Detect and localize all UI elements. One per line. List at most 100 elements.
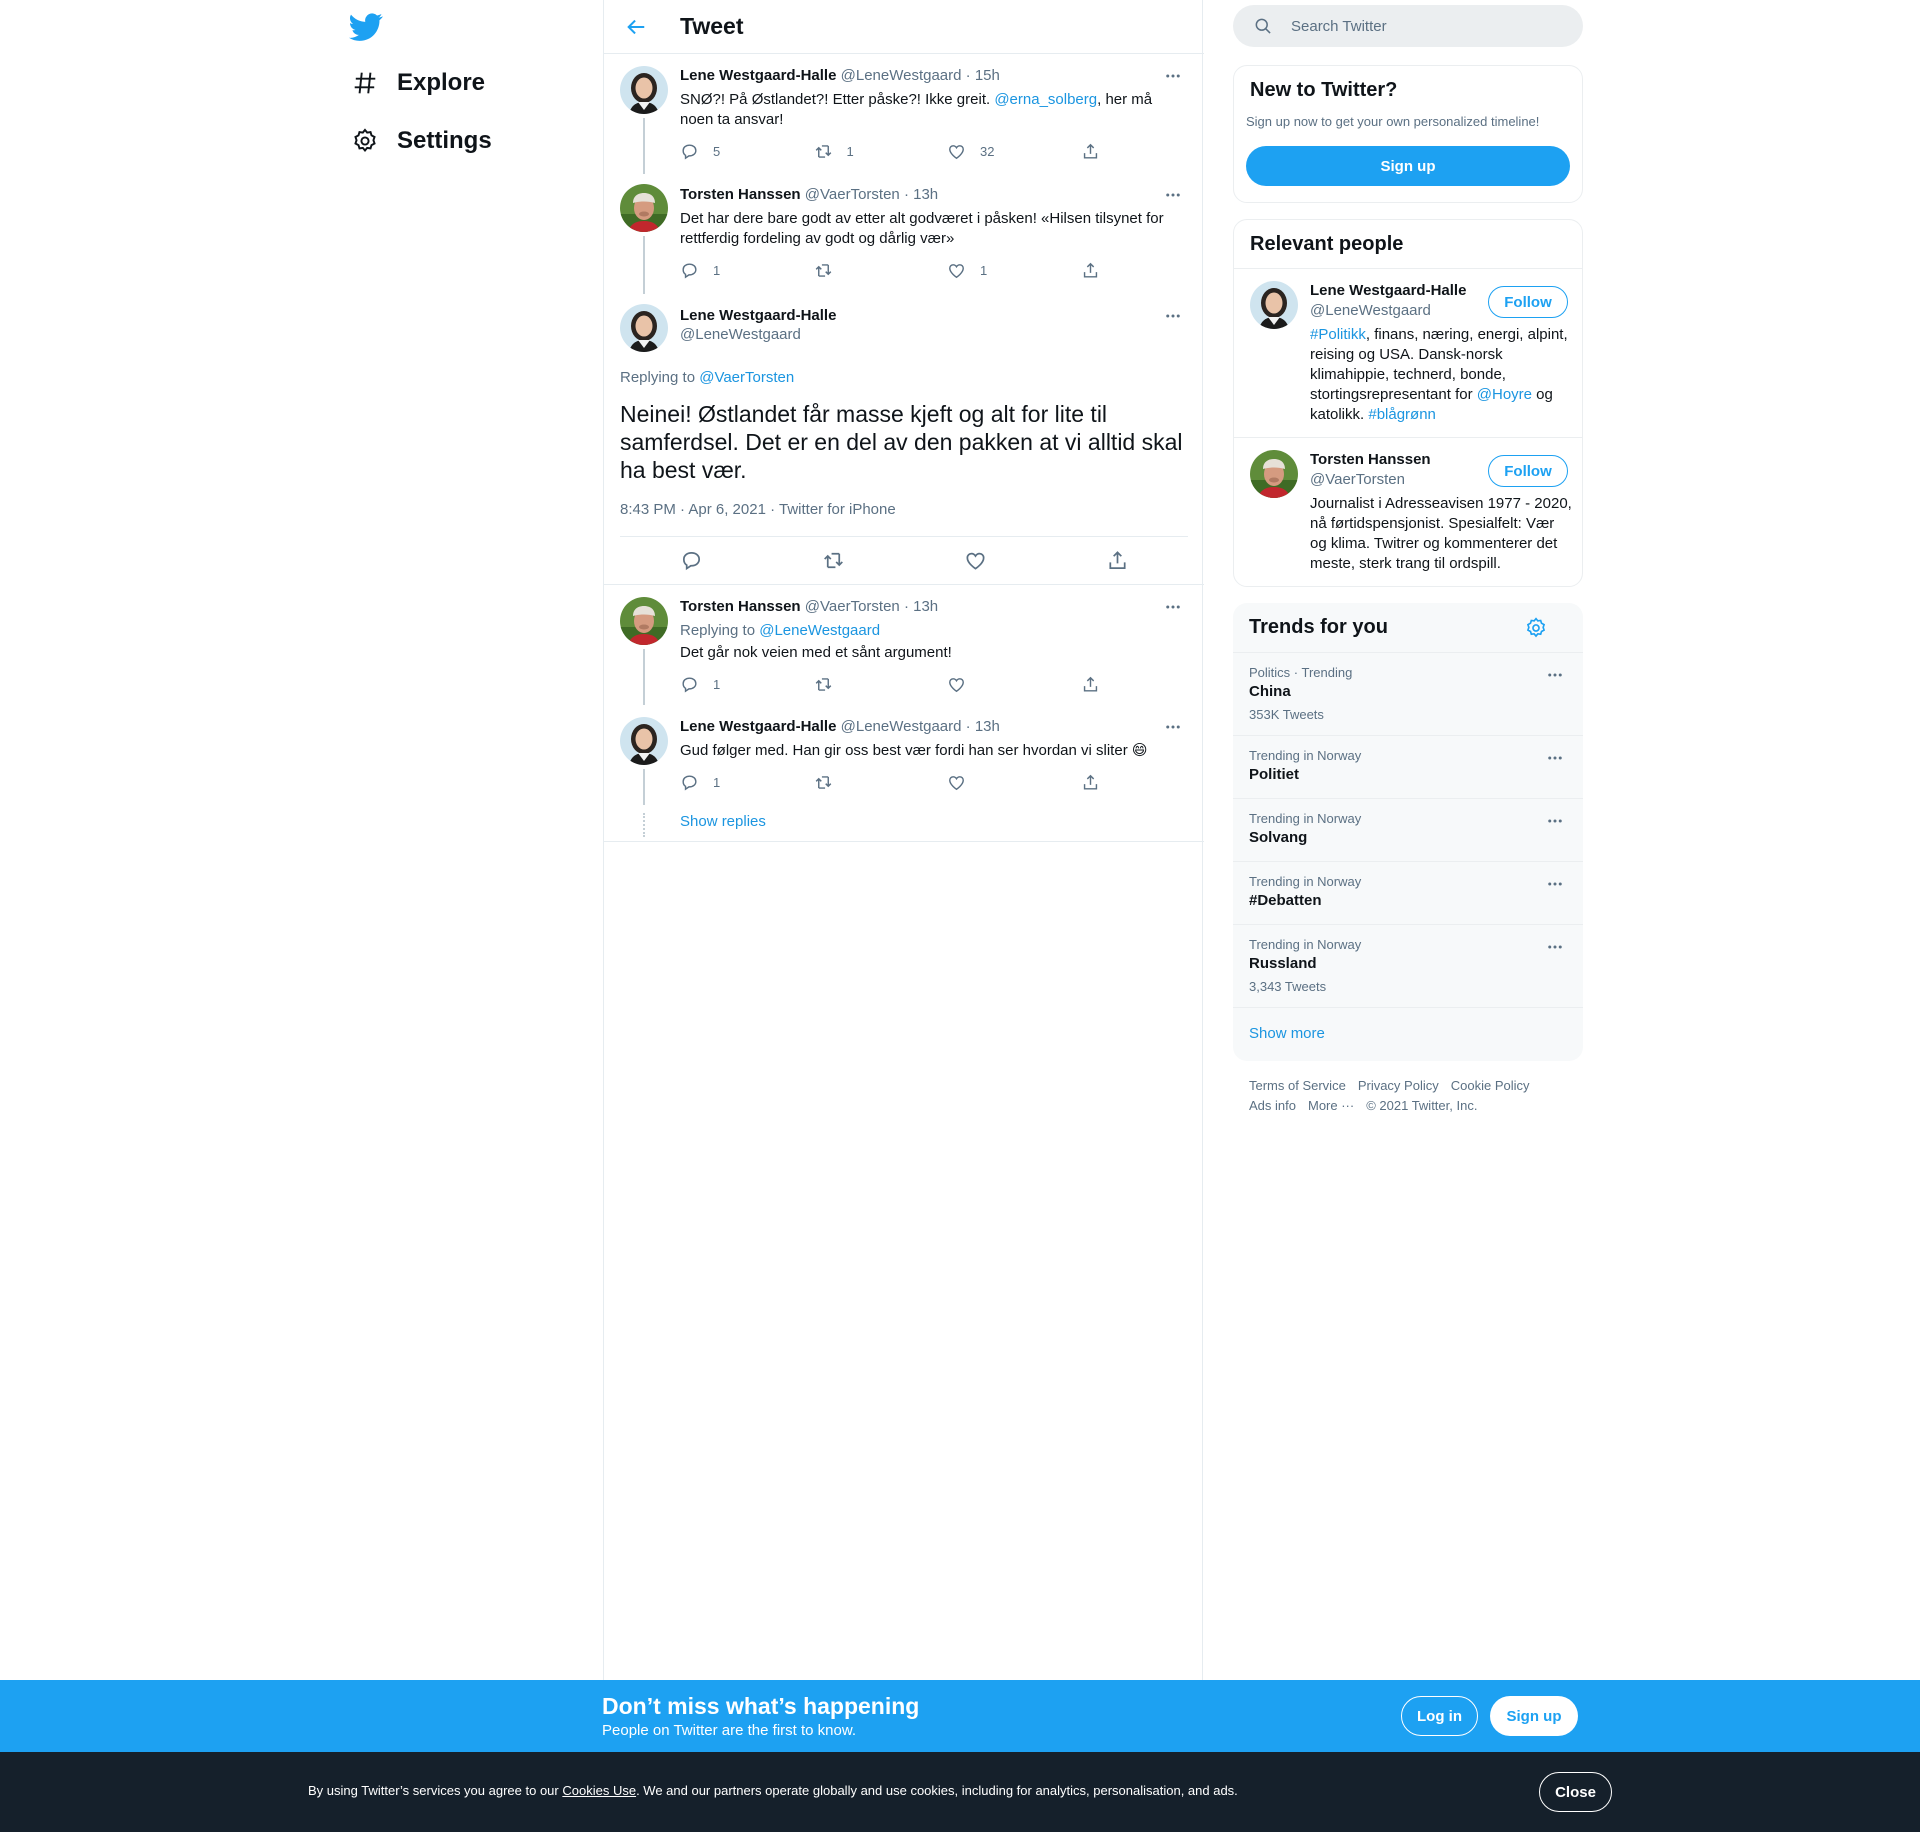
like-button[interactable]: 1 (947, 261, 1081, 280)
twitter-bird-icon[interactable] (349, 10, 383, 44)
mention-link[interactable]: @erna_solberg (994, 91, 1097, 108)
like-icon (947, 675, 966, 694)
more-icon[interactable] (1543, 748, 1567, 768)
avatar[interactable] (620, 184, 668, 232)
hashtag-link[interactable]: #Politikk (1310, 326, 1366, 343)
person-handle[interactable]: @LeneWestgaard (1310, 302, 1431, 319)
avatar[interactable] (620, 597, 668, 645)
like-button[interactable]: 32 (947, 142, 1081, 161)
nav-item-settings[interactable]: Settings (345, 116, 492, 166)
author-handle[interactable]: @LeneWestgaard (841, 718, 962, 735)
like-count: 32 (980, 144, 995, 159)
author-name[interactable]: Lene Westgaard-Halle (680, 307, 1188, 324)
tweet-timestamp[interactable]: 8:43 PM · Apr 6, 2021 · Twitter for iPho… (620, 501, 896, 518)
thread-tweet[interactable]: Torsten Hanssen @VaerTorsten · 13h Det h… (604, 174, 1204, 294)
footer-link-more[interactable]: More ··· (1308, 1098, 1354, 1113)
trend-item[interactable]: Trending in Norway #Debatten (1233, 861, 1583, 924)
relevant-person[interactable]: Lene Westgaard-Halle @LeneWestgaard Foll… (1234, 268, 1582, 437)
retweet-button[interactable] (814, 675, 948, 694)
mention-link[interactable]: @LeneWestgaard (759, 622, 880, 639)
more-icon[interactable] (1543, 874, 1567, 894)
trend-item[interactable]: Politics · Trending China 353K Tweets (1233, 652, 1583, 735)
author-name[interactable]: Lene Westgaard-Halle (680, 718, 836, 735)
cookies-use-link[interactable]: Cookies Use (562, 1783, 636, 1798)
footer-link-cookie[interactable]: Cookie Policy (1451, 1078, 1530, 1093)
author-name[interactable]: Torsten Hanssen (680, 186, 801, 203)
like-button[interactable] (964, 549, 987, 572)
sign-up-button[interactable]: Sign up (1246, 146, 1570, 186)
avatar[interactable] (1250, 450, 1298, 498)
tweet-time[interactable]: · 13h (904, 186, 938, 203)
avatar[interactable] (620, 66, 668, 114)
like-button[interactable] (947, 675, 1081, 694)
nav-item-explore[interactable]: Explore (345, 58, 485, 108)
reply-button[interactable]: 5 (680, 142, 814, 161)
retweet-button[interactable]: 1 (814, 142, 948, 161)
reply-button[interactable] (680, 549, 703, 572)
reply-tweet[interactable]: Torsten Hanssen @VaerTorsten · 13h Reply… (604, 585, 1204, 705)
person-handle[interactable]: @VaerTorsten (1310, 471, 1405, 488)
share-button[interactable] (1081, 773, 1110, 792)
gear-icon[interactable] (1525, 617, 1549, 641)
log-in-button[interactable]: Log in (1401, 1696, 1478, 1736)
mention-link[interactable]: @VaerTorsten (699, 369, 794, 386)
hashtag-link[interactable]: #blågrønn (1368, 406, 1436, 423)
reply-button[interactable]: 1 (680, 675, 814, 694)
avatar[interactable] (1250, 281, 1298, 329)
tweet-time[interactable]: · 13h (904, 598, 938, 615)
share-button[interactable] (1081, 261, 1110, 280)
show-more-link[interactable]: Show more (1249, 1025, 1325, 1042)
more-icon[interactable] (1543, 665, 1567, 685)
avatar[interactable] (620, 717, 668, 765)
banner-sign-up-button[interactable]: Sign up (1490, 1696, 1578, 1736)
retweet-button[interactable] (822, 549, 845, 572)
reply-tweet[interactable]: Lene Westgaard-Halle @LeneWestgaard · 13… (604, 705, 1204, 840)
tweet-actions (620, 536, 1188, 584)
show-replies-link[interactable]: Show replies (680, 813, 766, 830)
more-icon[interactable] (1158, 183, 1188, 207)
close-button[interactable]: Close (1539, 1772, 1612, 1812)
mention-link[interactable]: @Hoyre (1477, 386, 1532, 403)
retweet-button[interactable] (814, 773, 948, 792)
more-icon[interactable] (1158, 304, 1188, 328)
back-button[interactable] (618, 9, 654, 45)
reply-button[interactable]: 1 (680, 773, 814, 792)
thread-line (643, 236, 645, 294)
reply-button[interactable]: 1 (680, 261, 814, 280)
footer-link-ads[interactable]: Ads info (1249, 1098, 1296, 1113)
search-box[interactable]: Search Twitter (1233, 5, 1583, 47)
person-name[interactable]: Lene Westgaard-Halle (1310, 282, 1466, 299)
follow-button[interactable]: Follow (1488, 286, 1568, 318)
relevant-person[interactable]: Torsten Hanssen @VaerTorsten Follow Jour… (1234, 437, 1582, 586)
trend-item[interactable]: Trending in Norway Politiet (1233, 735, 1583, 798)
more-icon[interactable] (1543, 811, 1567, 831)
trend-item[interactable]: Trending in Norway Solvang (1233, 798, 1583, 861)
author-name[interactable]: Torsten Hanssen (680, 598, 801, 615)
more-icon[interactable] (1158, 715, 1188, 739)
search-input[interactable]: Search Twitter (1291, 18, 1387, 35)
follow-button[interactable]: Follow (1488, 455, 1568, 487)
trend-item[interactable]: Trending in Norway Russland 3,343 Tweets (1233, 924, 1583, 1007)
more-icon[interactable] (1543, 937, 1567, 957)
author-name[interactable]: Lene Westgaard-Halle (680, 67, 836, 84)
author-handle[interactable]: @VaerTorsten (805, 598, 900, 615)
like-button[interactable] (947, 773, 1081, 792)
thread-tweet[interactable]: Lene Westgaard-Halle @LeneWestgaard · 15… (604, 54, 1204, 174)
share-button[interactable] (1081, 142, 1110, 161)
share-button[interactable] (1106, 549, 1129, 572)
card-title: Relevant people (1250, 233, 1404, 255)
tweet-time[interactable]: · 15h (966, 67, 1000, 84)
avatar[interactable] (620, 304, 668, 352)
more-icon[interactable] (1158, 64, 1188, 88)
footer-link-privacy[interactable]: Privacy Policy (1358, 1078, 1439, 1093)
tweet-time[interactable]: · 13h (966, 718, 1000, 735)
author-handle[interactable]: @LeneWestgaard (841, 67, 962, 84)
person-name[interactable]: Torsten Hanssen (1310, 451, 1431, 468)
share-button[interactable] (1081, 675, 1110, 694)
trend-name: Solvang (1249, 829, 1308, 846)
more-icon[interactable] (1158, 595, 1188, 619)
author-handle[interactable]: @LeneWestgaard (680, 326, 1188, 343)
author-handle[interactable]: @VaerTorsten (805, 186, 900, 203)
retweet-button[interactable] (814, 261, 948, 280)
footer-link-terms[interactable]: Terms of Service (1249, 1078, 1346, 1093)
